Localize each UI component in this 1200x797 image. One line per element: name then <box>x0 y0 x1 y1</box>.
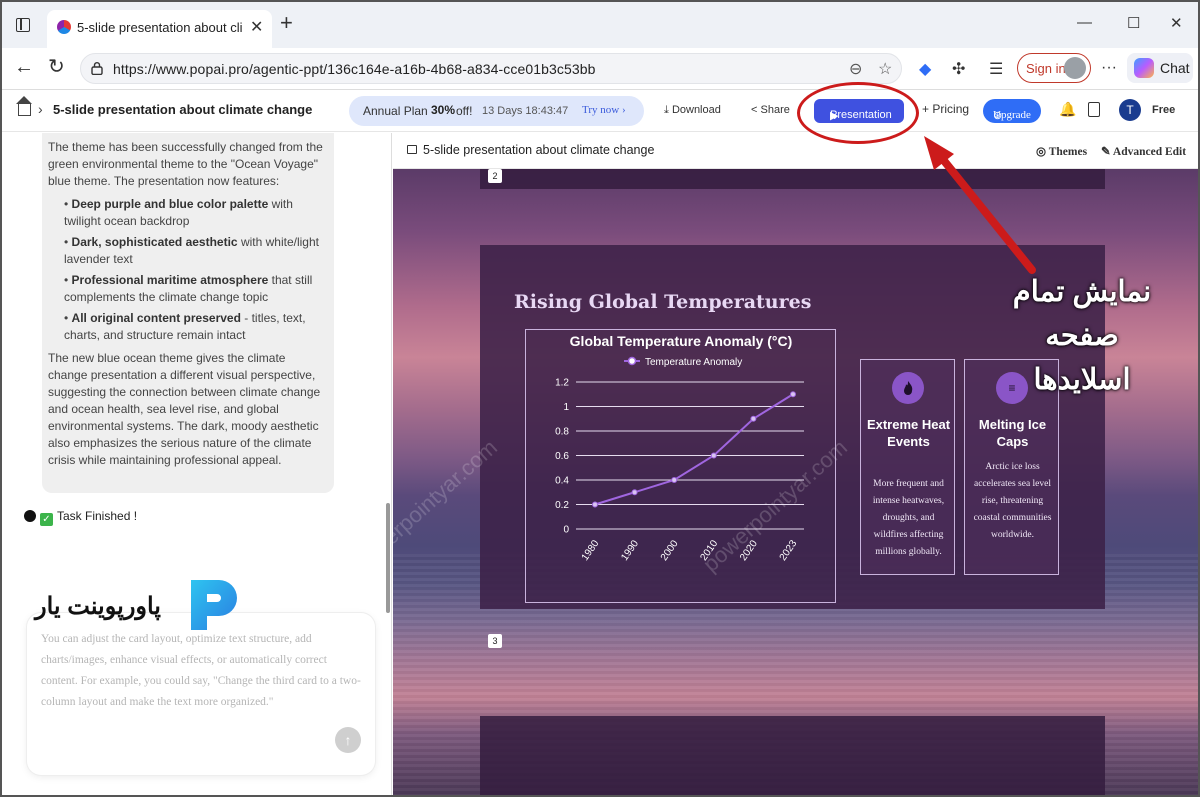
annotation-caption: نمایش تمام صفحه اسلایدها <box>1012 276 1152 396</box>
screenshot-frame: 5-slide presentation about climate chang… <box>0 0 1200 797</box>
